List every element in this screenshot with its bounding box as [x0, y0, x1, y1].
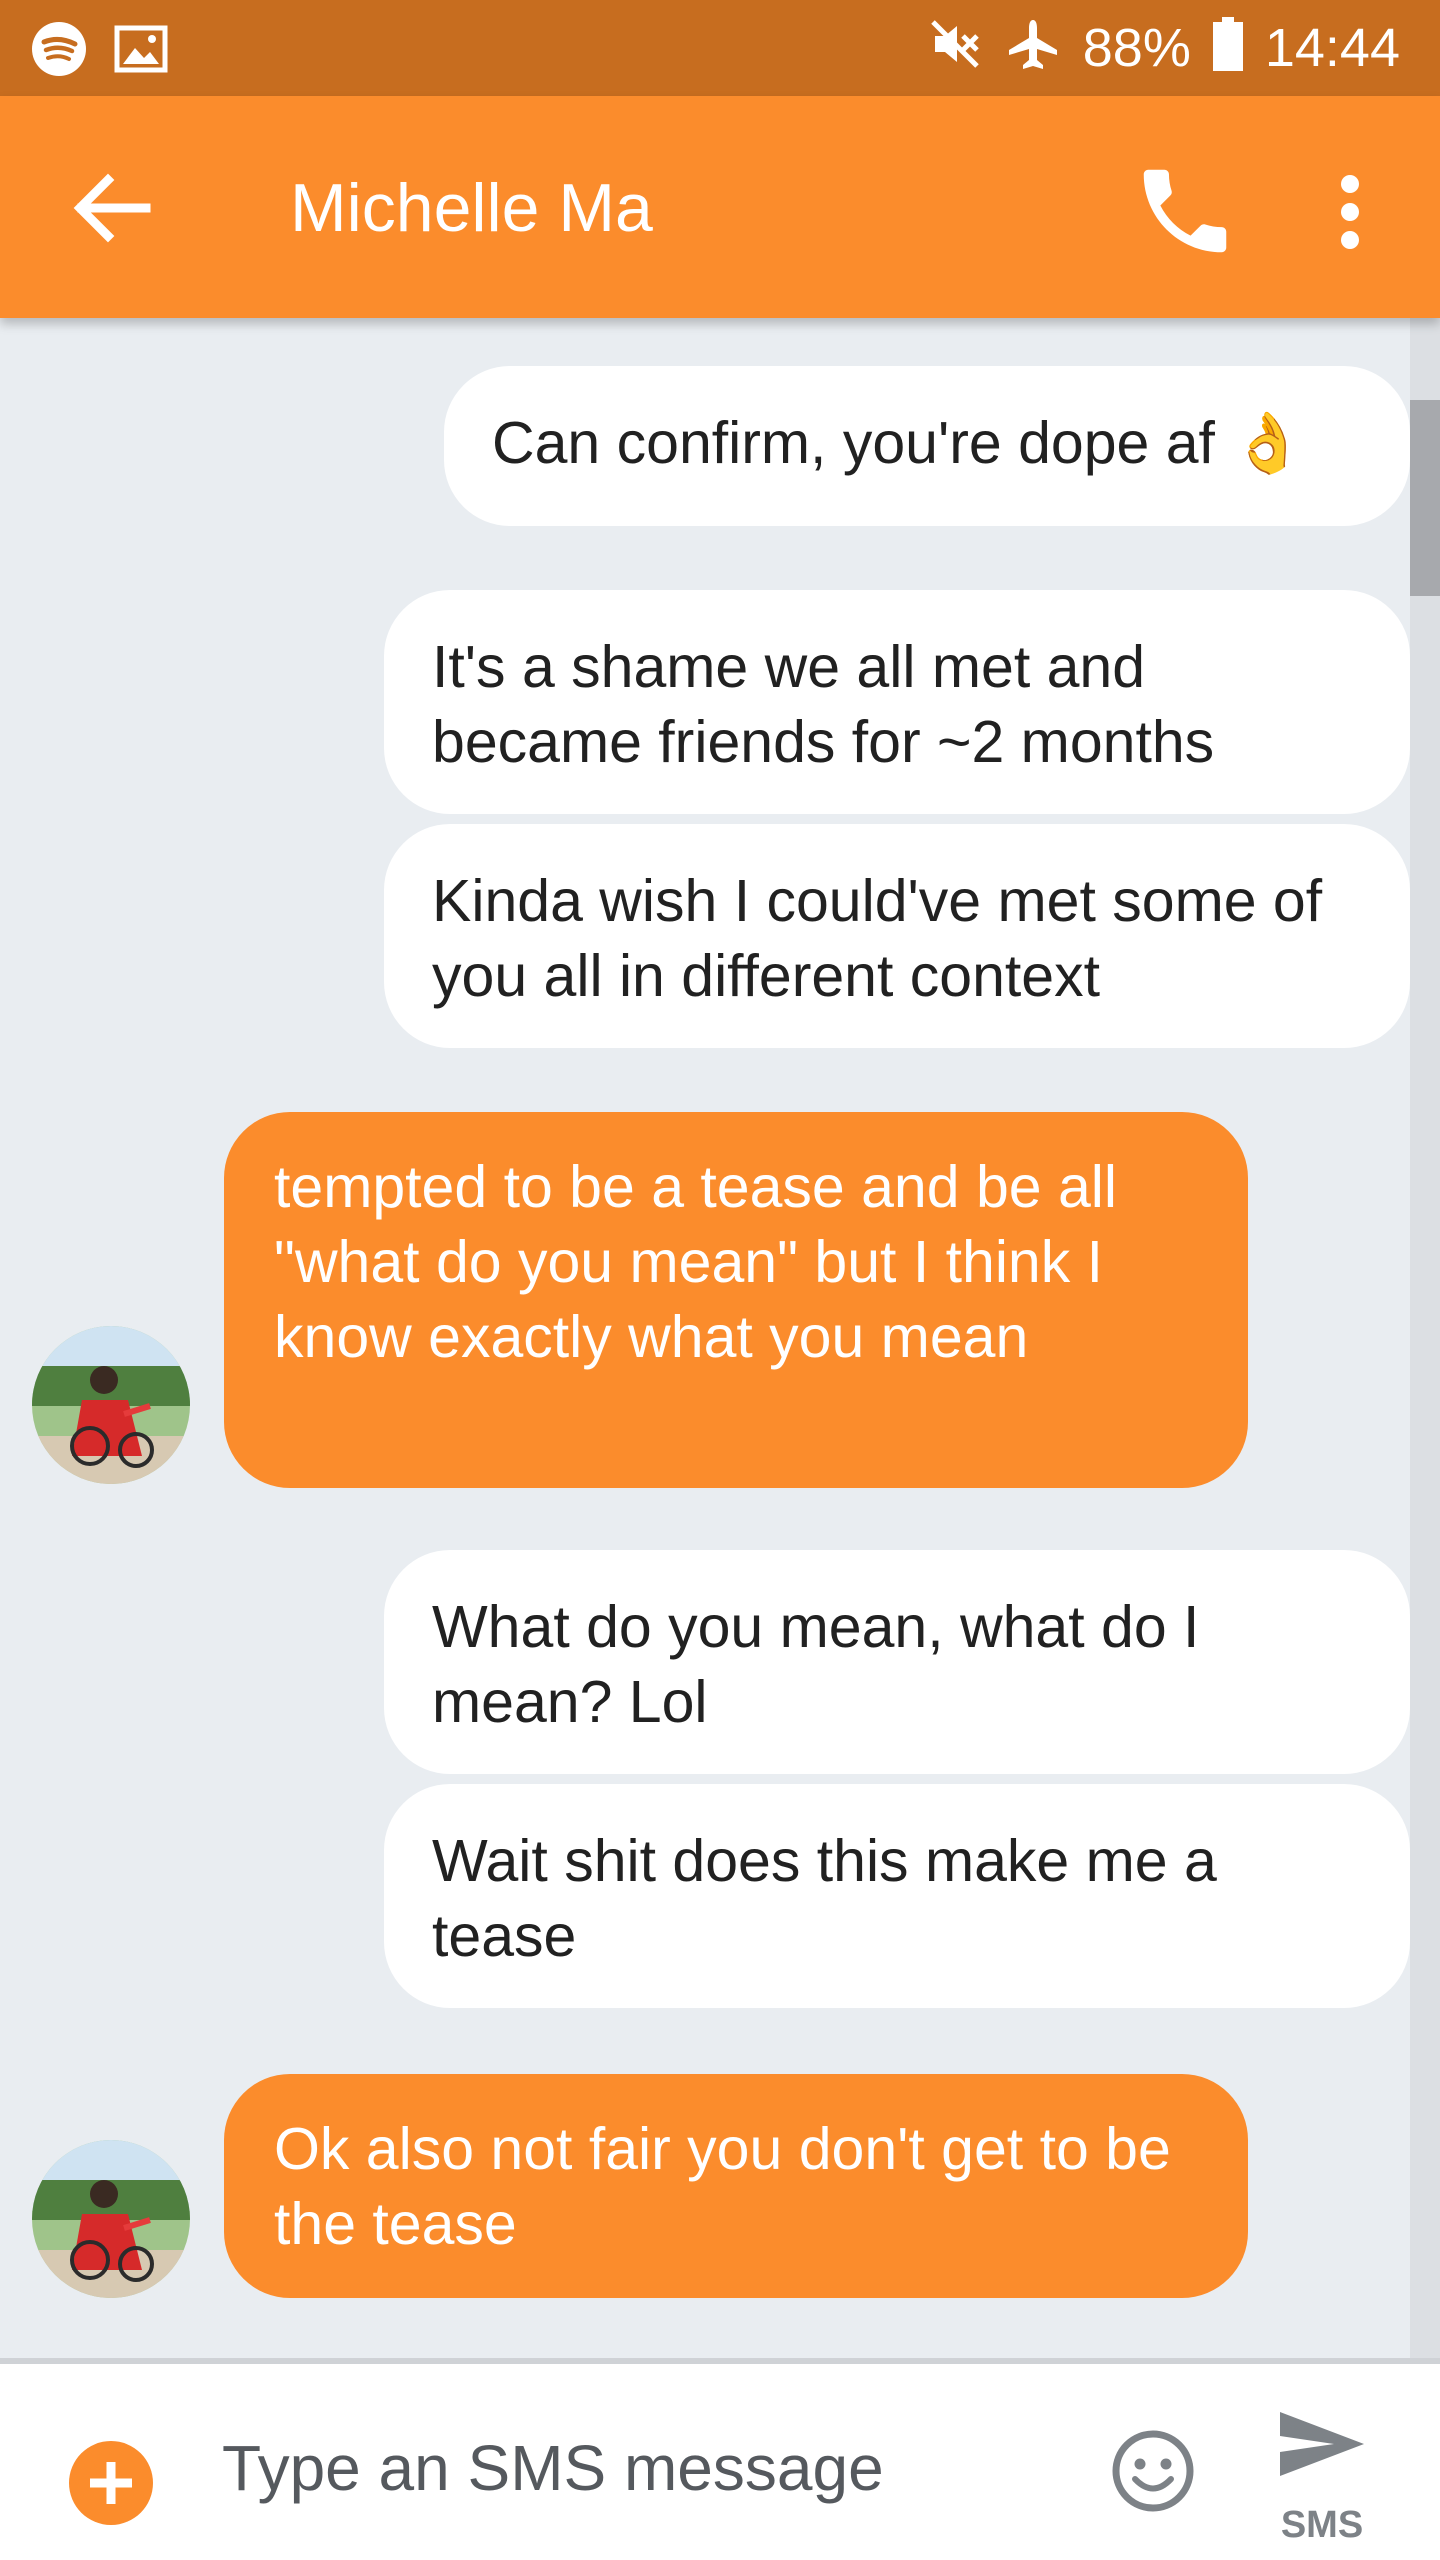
contact-avatar[interactable]: [32, 1326, 190, 1484]
message-text: Ok also not fair you don't get to be the…: [274, 2116, 1171, 2257]
add-icon: [66, 2441, 156, 2532]
message-input[interactable]: [220, 2412, 1054, 2524]
message-text: Wait shit does this make me a tease: [432, 1828, 1217, 1969]
status-right: 88% 14:44: [927, 14, 1400, 82]
image-icon: [114, 22, 168, 81]
phone-icon: [1130, 169, 1240, 270]
airplane-icon: [1005, 16, 1061, 81]
message-bubble-outgoing[interactable]: Wait shit does this make me a tease: [384, 1784, 1410, 2008]
add-attachment-button[interactable]: [66, 2438, 156, 2528]
call-button[interactable]: [1130, 156, 1240, 266]
scrollbar-track[interactable]: [1410, 318, 1440, 2358]
conversation-title: Michelle Ma: [290, 170, 653, 246]
app-bar: Michelle Ma: [0, 96, 1440, 318]
send-icon: [1272, 2412, 1372, 2488]
more-options-button[interactable]: [1310, 156, 1390, 266]
status-left: [30, 20, 168, 83]
back-arrow-icon: [62, 173, 162, 262]
send-button[interactable]: SMS: [1262, 2404, 1382, 2546]
message-bubble-outgoing[interactable]: What do you mean, what do I mean? Lol: [384, 1550, 1410, 1774]
emoji-button[interactable]: [1108, 2426, 1198, 2516]
message-bubble-outgoing[interactable]: It's a shame we all met and became frien…: [384, 590, 1410, 814]
status-bar: 88% 14:44: [0, 0, 1440, 96]
emoji-icon: [1108, 2430, 1198, 2520]
contact-avatar[interactable]: [32, 2140, 190, 2298]
battery-percent: 88%: [1082, 18, 1191, 78]
clock: 14:44: [1264, 18, 1400, 78]
message-text: Kinda wish I could've met some of you al…: [432, 868, 1323, 1009]
spotify-icon: [30, 20, 88, 83]
message-text: tempted to be a tease and be all "what d…: [274, 1154, 1117, 1370]
message-text: Can confirm, you're dope af 👌: [492, 410, 1305, 476]
composer-bar: SMS: [0, 2358, 1440, 2560]
message-text: It's a shame we all met and became frien…: [432, 634, 1215, 775]
screen: 88% 14:44 Michelle Ma Can confirm, you'r…: [0, 0, 1440, 2560]
send-label: SMS: [1280, 2504, 1364, 2546]
back-button[interactable]: [62, 158, 162, 258]
more-vert-icon: [1310, 175, 1390, 270]
message-bubble-outgoing[interactable]: Kinda wish I could've met some of you al…: [384, 824, 1410, 1048]
message-text: What do you mean, what do I mean? Lol: [432, 1594, 1200, 1735]
message-bubble-outgoing[interactable]: Can confirm, you're dope af 👌: [444, 366, 1410, 526]
mute-icon: [927, 16, 983, 81]
message-bubble-incoming[interactable]: Ok also not fair you don't get to be the…: [224, 2074, 1248, 2298]
scrollbar-thumb[interactable]: [1410, 400, 1440, 596]
battery-icon: [1212, 16, 1243, 80]
message-bubble-incoming[interactable]: tempted to be a tease and be all "what d…: [224, 1112, 1248, 1488]
